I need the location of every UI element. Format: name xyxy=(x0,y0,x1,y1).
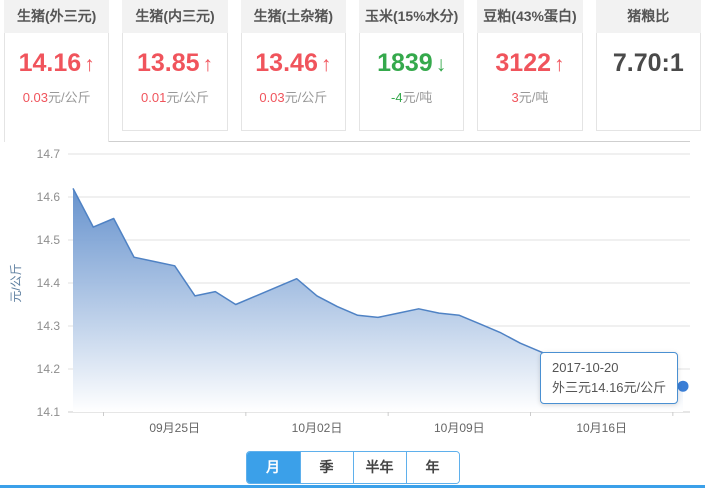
down-arrow-icon: ↓ xyxy=(435,53,447,76)
tab-half-year[interactable]: 半年 xyxy=(352,452,406,483)
y-axis-label: 14.5 xyxy=(37,233,61,247)
up-arrow-icon: ↑ xyxy=(84,53,95,76)
card-change: 0.01 xyxy=(141,90,167,105)
card-pig-grain-ratio[interactable]: 猪粮比 7.70:1 xyxy=(595,0,701,142)
up-arrow-icon: ↑ xyxy=(554,53,565,76)
card-title: 豆粕(43%蛋白) xyxy=(477,0,583,33)
card-value: 13.85 xyxy=(136,49,200,77)
tab-quarter[interactable]: 季 xyxy=(299,452,353,483)
y-axis-label: 14.7 xyxy=(37,147,61,161)
card-value: 1839 xyxy=(377,49,433,77)
card-neisanyuan[interactable]: 生猪(内三元) 13.85 ↑ 0.01元/公斤 xyxy=(122,0,228,142)
card-corn[interactable]: 玉米(15%水分) 1839 ↓ -4元/吨 xyxy=(358,0,465,142)
chart-tooltip: 2017-10-20 外三元14.16元/公斤 xyxy=(540,352,679,404)
card-unit: 元/公斤 xyxy=(48,90,91,105)
summary-cards-row: 生猪(外三元) 14.16 ↑ 0.03元/公斤 生猪(内三元) 13.85 ↑ 0… xyxy=(0,0,705,142)
card-unit: 元/吨 xyxy=(402,90,433,105)
card-title: 猪粮比 xyxy=(595,0,701,33)
card-title: 生猪(内三元) xyxy=(122,0,228,33)
tab-month[interactable]: 月 xyxy=(246,452,300,483)
up-arrow-icon: ↑ xyxy=(320,53,332,76)
card-soybean-meal[interactable]: 豆粕(43%蛋白) 3122 ↑ 3元/吨 xyxy=(477,0,583,142)
y-axis-label: 14.6 xyxy=(37,190,61,204)
card-value: 13.46 xyxy=(255,49,318,77)
last-point-dot[interactable] xyxy=(677,380,689,392)
card-change: 0.03 xyxy=(259,90,285,105)
card-tuzazhu[interactable]: 生猪(土杂猪) 13.46 ↑ 0.03元/公斤 xyxy=(240,0,346,142)
tab-year[interactable]: 年 xyxy=(405,452,459,483)
card-value: 14.16 xyxy=(18,49,82,77)
tooltip-date: 2017-10-20 xyxy=(552,360,619,375)
card-change: -4 xyxy=(391,90,403,105)
y-axis-label: 14.3 xyxy=(37,319,61,333)
card-unit: 元/吨 xyxy=(518,90,549,105)
card-change: 3 xyxy=(511,90,519,105)
card-value: 3122 xyxy=(495,49,552,77)
card-change: 0.03 xyxy=(22,90,48,105)
card-title: 玉米(15%水分) xyxy=(358,0,465,33)
tooltip-value: 外三元14.16元/公斤 xyxy=(552,380,667,395)
up-arrow-icon: ↑ xyxy=(202,53,214,76)
x-axis-label: 10月09日 xyxy=(434,421,485,435)
card-title: 生猪(外三元) xyxy=(4,0,110,33)
y-axis-label: 14.1 xyxy=(37,405,61,419)
card-unit: 元/公斤 xyxy=(284,90,328,105)
y-axis-title: 元/公斤 xyxy=(9,263,23,302)
card-title: 生猪(土杂猪) xyxy=(240,0,346,33)
y-axis-label: 14.4 xyxy=(37,276,61,290)
card-unit: 元/公斤 xyxy=(166,90,209,105)
y-axis-label: 14.2 xyxy=(37,362,61,376)
period-tabs: 月 季 半年 年 xyxy=(245,451,460,484)
x-axis-label: 10月02日 xyxy=(292,421,343,435)
card-waisanyuan[interactable]: 生猪(外三元) 14.16 ↑ 0.03元/公斤 xyxy=(4,0,110,142)
x-axis-label: 10月16日 xyxy=(576,421,627,435)
x-axis-label: 09月25日 xyxy=(149,421,200,435)
card-value: 7.70:1 xyxy=(612,49,684,77)
